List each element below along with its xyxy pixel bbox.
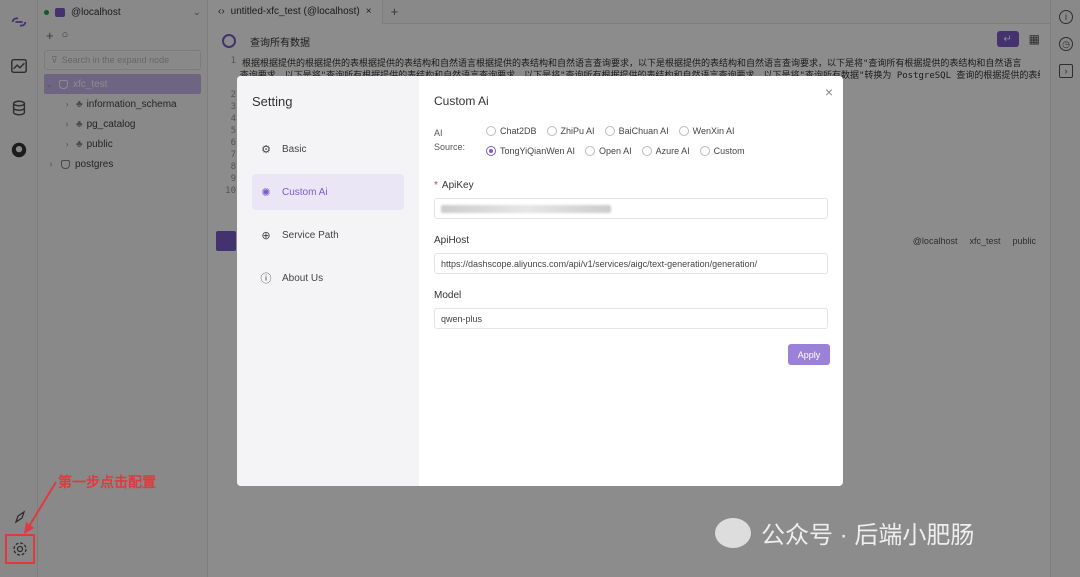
required-mark: *	[434, 180, 438, 191]
radio-circle[interactable]	[486, 126, 496, 136]
nav-label: Custom Ai	[282, 186, 328, 198]
radio-circle[interactable]	[641, 146, 652, 156]
watermark: 公众号 · 后端小肥肠	[715, 515, 974, 550]
radio-zhipu-ai[interactable]: ZhiPu AI	[546, 126, 595, 136]
model-input[interactable]: qwen-plus	[434, 308, 828, 329]
radio-label: Chat2DB	[500, 126, 537, 136]
nav-label: Service Path	[282, 229, 339, 241]
nav-item-about-us[interactable]: ⓘ About Us	[252, 260, 404, 296]
annotation-highlight-box	[5, 534, 35, 564]
radio-circle[interactable]	[585, 146, 596, 156]
radio-label: Open AI	[599, 146, 632, 156]
radio-label: Azure AI	[655, 146, 690, 156]
gear-icon: ⚙	[261, 143, 271, 156]
radio-custom[interactable]: Custom	[699, 146, 745, 156]
ai-source-group: AI Source: Chat2DB ZhiPu AI BaiChuan AI …	[434, 126, 828, 156]
ai-icon: ✺	[261, 186, 271, 199]
settings-title: Setting	[252, 94, 293, 109]
radio-label: TongYiQianWen AI	[500, 146, 576, 156]
radio-open-ai[interactable]: Open AI	[585, 146, 632, 156]
nav-label: About Us	[282, 272, 324, 284]
nav-item-custom-ai[interactable]: ✺ Custom Ai	[252, 174, 404, 210]
section-title: Custom Ai	[434, 94, 489, 108]
apply-button[interactable]: Apply	[788, 344, 830, 365]
annotation-text: 第一步点击配置	[58, 474, 156, 490]
nav-item-service-path[interactable]: ⊕ Service Path	[252, 217, 404, 253]
radio-circle[interactable]	[546, 126, 557, 136]
radio-circle[interactable]	[699, 146, 710, 156]
masked-value	[441, 204, 611, 213]
nav-label: Basic	[282, 143, 307, 155]
api-key-input[interactable]	[434, 198, 828, 219]
radio-circle[interactable]	[604, 126, 615, 136]
radio-label: ZhiPu AI	[560, 126, 595, 136]
radio-label: BaiChuan AI	[618, 126, 669, 136]
nav-item-basic[interactable]: ⚙ Basic	[252, 131, 404, 167]
custom-ai-panel: × Custom Ai AI Source: Chat2DB ZhiPu AI …	[419, 76, 843, 486]
radio-baichuan-ai[interactable]: BaiChuan AI	[604, 126, 669, 136]
api-key-label-text: ApiKey	[441, 180, 474, 191]
close-icon[interactable]: ×	[825, 84, 833, 100]
ai-source-label-line: Source:	[434, 142, 466, 152]
radio-label: WenXin AI	[692, 126, 735, 136]
info-icon: ⓘ	[260, 273, 272, 285]
globe-icon: ⊕	[261, 229, 271, 242]
model-label: Model	[434, 290, 462, 301]
radio-label: Custom	[713, 146, 745, 156]
api-key-label: * ApiKey	[434, 180, 828, 191]
settings-modal: Setting ⚙ Basic ✺ Custom Ai ⊕ Service Pa…	[237, 76, 843, 486]
watermark-text: 公众号 · 后端小肥肠	[761, 522, 975, 549]
radio-circle-checked[interactable]	[486, 146, 496, 156]
api-host-label: ApiHost	[434, 235, 470, 246]
radio-circle[interactable]	[678, 126, 689, 136]
radio-tongyiqianwen-ai[interactable]: TongYiQianWen AI	[486, 146, 575, 156]
radio-chat2db[interactable]: Chat2DB	[486, 126, 537, 136]
radio-wenxin-ai[interactable]: WenXin AI	[678, 126, 735, 136]
ai-source-label: AI Source:	[434, 126, 486, 156]
wechat-icon	[715, 517, 751, 548]
settings-sidebar: Setting ⚙ Basic ✺ Custom Ai ⊕ Service Pa…	[237, 76, 419, 486]
api-host-input[interactable]: https://dashscope.aliyuncs.com/api/v1/se…	[434, 253, 828, 274]
annotation-arrow	[24, 481, 57, 534]
ai-source-label-line: AI	[434, 128, 443, 138]
radio-azure-ai[interactable]: Azure AI	[641, 146, 690, 156]
